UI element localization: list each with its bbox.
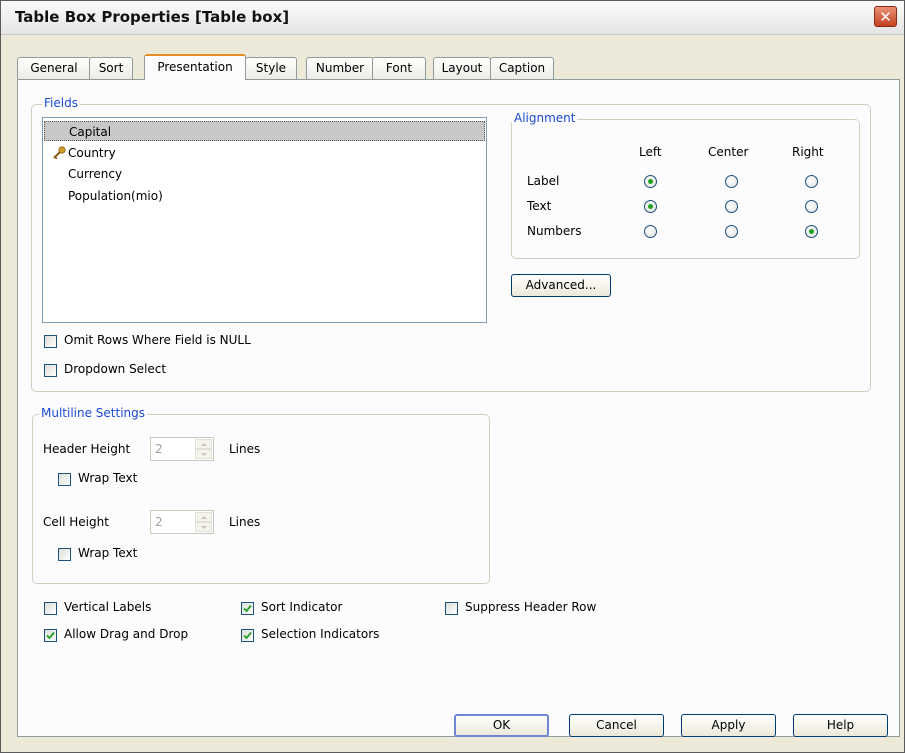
- advanced-button[interactable]: Advanced...: [511, 274, 611, 297]
- cell-height-value: 2: [155, 515, 163, 529]
- spin-up-button[interactable]: [195, 512, 212, 522]
- spin-down-button[interactable]: [195, 522, 212, 532]
- tab-layout[interactable]: Layout: [433, 57, 491, 79]
- key-icon: [53, 146, 66, 159]
- title-bar[interactable]: Table Box Properties [Table box] ✕: [1, 1, 904, 35]
- tab-presentation[interactable]: Presentation: [144, 54, 246, 80]
- list-item-population[interactable]: Population(mio): [44, 186, 485, 206]
- multiline-legend: Multiline Settings: [39, 406, 148, 420]
- spinner-arrows: [195, 512, 212, 532]
- numbers-right-radio[interactable]: [805, 225, 818, 238]
- list-item-country[interactable]: Country: [44, 143, 485, 163]
- text-left-radio[interactable]: [644, 200, 657, 213]
- cell-wrap-checkbox[interactable]: [58, 548, 71, 561]
- spinner-arrows: [195, 439, 212, 459]
- cell-wrap-label: Wrap Text: [78, 546, 138, 560]
- text-right-radio[interactable]: [805, 200, 818, 213]
- list-item-label: Currency: [68, 167, 123, 181]
- help-button[interactable]: Help: [793, 714, 888, 737]
- numbers-left-radio[interactable]: [644, 225, 657, 238]
- column-left-label: Left: [639, 145, 662, 159]
- arrow-up-icon: [201, 516, 207, 519]
- allow-drag-drop-checkbox[interactable]: [44, 629, 57, 642]
- cell-height-label: Cell Height: [43, 515, 109, 529]
- header-height-unit: Lines: [229, 442, 261, 456]
- sort-indicator-checkbox[interactable]: [241, 602, 254, 615]
- tab-style[interactable]: Style: [245, 57, 297, 79]
- tab-general[interactable]: General: [17, 57, 91, 79]
- fields-listbox[interactable]: Capital Country Currency Population(mio): [42, 117, 487, 323]
- selection-indicators-checkbox[interactable]: [241, 629, 254, 642]
- header-wrap-label: Wrap Text: [78, 471, 138, 485]
- window-title: Table Box Properties [Table box]: [15, 8, 290, 26]
- label-right-radio[interactable]: [805, 175, 818, 188]
- list-item-currency[interactable]: Currency: [44, 164, 485, 184]
- allow-drag-drop-label: Allow Drag and Drop: [64, 627, 189, 641]
- dialog-window: Table Box Properties [Table box] ✕ Gener…: [0, 0, 905, 753]
- numbers-center-radio[interactable]: [725, 225, 738, 238]
- omit-nulls-label: Omit Rows Where Field is NULL: [64, 333, 251, 347]
- selection-indicators-label: Selection Indicators: [261, 627, 380, 641]
- dropdown-select-checkbox[interactable]: [44, 364, 57, 377]
- fields-legend: Fields: [42, 96, 80, 110]
- alignment-legend: Alignment: [512, 111, 578, 125]
- cell-height-unit: Lines: [229, 515, 261, 529]
- spin-up-button[interactable]: [195, 439, 212, 449]
- alignment-row-numbers: Numbers: [527, 224, 582, 238]
- list-item-label: Country: [68, 146, 116, 160]
- close-button[interactable]: ✕: [874, 6, 897, 27]
- cell-height-spinner[interactable]: 2: [150, 510, 214, 534]
- header-wrap-checkbox[interactable]: [58, 473, 71, 486]
- apply-button[interactable]: Apply: [681, 714, 776, 737]
- list-item-capital[interactable]: Capital: [44, 121, 485, 141]
- label-center-radio[interactable]: [725, 175, 738, 188]
- tab-caption[interactable]: Caption: [490, 57, 554, 79]
- column-right-label: Right: [792, 145, 824, 159]
- spin-down-button[interactable]: [195, 449, 212, 459]
- arrow-up-icon: [201, 443, 207, 446]
- tab-sort[interactable]: Sort: [89, 57, 133, 79]
- text-center-radio[interactable]: [725, 200, 738, 213]
- alignment-row-text: Text: [527, 199, 552, 213]
- checkmark-icon: [243, 631, 252, 640]
- ok-button[interactable]: OK: [454, 714, 549, 737]
- checkmark-icon: [46, 631, 55, 640]
- cancel-button[interactable]: Cancel: [569, 714, 664, 737]
- omit-nulls-checkbox[interactable]: [44, 335, 57, 348]
- vertical-labels-checkbox[interactable]: [44, 602, 57, 615]
- suppress-header-row-label: Suppress Header Row: [465, 600, 597, 614]
- alignment-row-label: Label: [527, 174, 560, 188]
- dropdown-select-label: Dropdown Select: [64, 362, 167, 376]
- vertical-labels-label: Vertical Labels: [64, 600, 152, 614]
- radio-selected-dot: [648, 204, 653, 209]
- list-item-label: Population(mio): [68, 189, 163, 203]
- header-height-label: Header Height: [43, 442, 131, 456]
- tab-font[interactable]: Font: [372, 57, 426, 79]
- list-item-label: Capital: [69, 125, 112, 139]
- sort-indicator-label: Sort Indicator: [261, 600, 343, 614]
- radio-selected-dot: [809, 229, 814, 234]
- checkmark-icon: [243, 604, 252, 613]
- header-height-value: 2: [155, 442, 163, 456]
- arrow-down-icon: [201, 453, 207, 456]
- suppress-header-row-checkbox[interactable]: [445, 602, 458, 615]
- arrow-down-icon: [201, 526, 207, 529]
- radio-selected-dot: [648, 179, 653, 184]
- header-height-spinner[interactable]: 2: [150, 437, 214, 461]
- tab-number[interactable]: Number: [306, 57, 374, 79]
- label-left-radio[interactable]: [644, 175, 657, 188]
- alignment-group: Alignment: [511, 111, 860, 259]
- column-center-label: Center: [708, 145, 749, 159]
